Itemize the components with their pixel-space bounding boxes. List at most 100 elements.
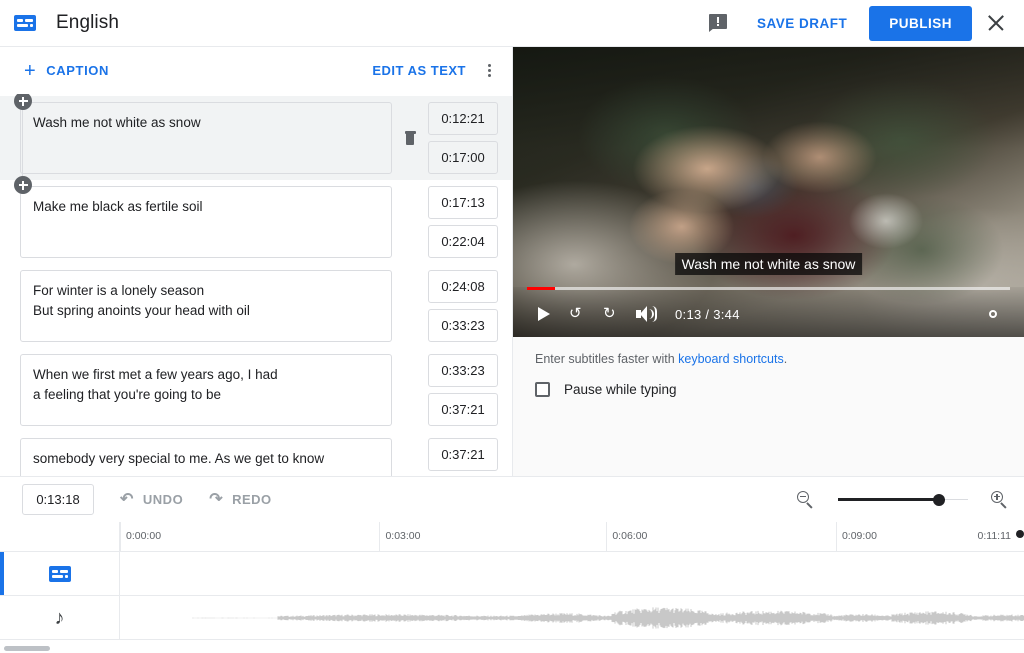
ruler-gutter [0,522,120,551]
caption-end-time-input[interactable]: 0:17:00 [428,141,498,174]
caption-track-header [0,552,120,595]
caption-time-group: 0:17:13 0:22:04 [428,186,498,258]
ruler-tick-label: 0:00:00 [126,530,162,542]
caption-start-time-input[interactable]: 0:24:08 [428,270,498,303]
add-caption-button[interactable]: + CAPTION [24,61,109,81]
ruler-tick: 0:03:00 [379,522,420,551]
undo-button[interactable]: ↶ UNDO [120,490,183,508]
caption-text-input[interactable]: When we first met a few years ago, I had… [20,354,392,426]
caption-row[interactable]: For winter is a lonely season But spring… [0,264,512,348]
page-title: English [56,12,120,33]
progress-bar[interactable] [527,287,1010,290]
delete-caption-button[interactable] [397,131,423,145]
caption-track-row[interactable] [0,552,1024,596]
forward-10-icon[interactable]: ↻ [595,297,629,331]
ruler-tick-label: 0:03:00 [385,530,421,542]
player-controls: ↺ ↻ 0:13 / 3:44 [513,287,1024,337]
caption-row[interactable]: somebody very special to me. As we get t… [0,432,512,476]
subtitles-icon [48,565,71,582]
caption-list[interactable]: Wash me not white as snow 0:12:21 0:17:00 M… [0,94,512,476]
hint-prefix: Enter subtitles faster with [535,352,679,366]
video-player[interactable]: Wash me not white as snow ↺ ↻ 0:13 / 3:4… [513,47,1024,337]
progress-loaded [555,287,1010,290]
caption-start-time-input[interactable]: 0:37:21 [428,438,498,471]
insert-caption-button[interactable] [14,176,32,194]
caption-track-body[interactable] [120,552,1024,595]
undo-redo-group: ↶ UNDO ↷ REDO [120,490,298,508]
feedback-icon[interactable] [708,14,729,32]
caption-toolbar: + CAPTION EDIT AS TEXT [0,47,512,94]
subtitle-overlay: Wash me not white as snow [674,253,863,275]
caption-time-group: 0:12:21 0:17:00 [428,102,498,174]
caption-end-time-input[interactable]: 0:22:04 [428,225,498,258]
replay-10-icon[interactable]: ↺ [561,297,595,331]
redo-icon: ↷ [209,490,224,508]
ruler-tick: 0:09:00 [835,522,877,551]
hint-suffix: . [783,352,788,366]
publish-button[interactable]: PUBLISH [869,5,972,41]
gear-icon[interactable] [976,297,1010,331]
caption-text-input[interactable]: Make me black as fertile soil [20,186,392,258]
volume-icon[interactable] [629,297,663,331]
ruler-tick-label: 0:11:11 [977,530,1011,542]
ruler-scale[interactable]: 0:00:00 0:03:00 0:06:00 0:09:00 0:11:11 [120,522,1024,551]
timeline-tracks: ♪ [0,552,1024,645]
timeline-current-time-input[interactable]: 0:13:18 [22,484,94,515]
ruler-tick-label: 0:09:00 [841,530,877,542]
player-time-display: 0:13 / 3:44 [675,306,740,322]
music-note-icon: ♪ [54,606,65,629]
zoom-out-icon[interactable] [796,490,816,510]
ruler-tick-label: 0:06:00 [612,530,648,542]
timeline-toolbar: 0:13:18 ↶ UNDO ↷ REDO [0,476,1024,522]
caption-start-time-input[interactable]: 0:33:23 [428,354,498,387]
caption-start-time-input[interactable]: 0:12:21 [428,102,498,135]
more-vert-icon[interactable] [478,60,500,82]
caption-row[interactable]: When we first met a few years ago, I had… [0,348,512,432]
play-icon[interactable] [527,297,561,331]
redo-button[interactable]: ↷ REDO [209,490,272,508]
pause-while-typing-checkbox[interactable] [535,382,550,397]
progress-played [527,287,555,290]
caption-time-group: 0:37:21 [428,438,498,471]
zoom-in-icon[interactable] [990,490,1010,510]
caption-time-group: 0:24:08 0:33:23 [428,270,498,342]
caption-row[interactable]: Wash me not white as snow 0:12:21 0:17:00 [0,96,512,180]
redo-label: REDO [232,492,272,507]
scrollbar-thumb[interactable] [4,646,50,651]
trash-icon [404,131,416,145]
timeline-zoom-slider[interactable] [838,490,968,510]
close-icon[interactable] [982,9,1010,37]
timeline-horizontal-scrollbar[interactable] [0,645,1024,653]
timeline-ruler[interactable]: 0:00:00 0:03:00 0:06:00 0:09:00 0:11:11 [0,522,1024,552]
caption-text-input[interactable]: For winter is a lonely season But spring… [20,270,392,342]
playhead-marker[interactable] [1016,530,1024,538]
keyboard-shortcut-hint: Enter subtitles faster with keyboard sho… [513,337,1024,366]
add-caption-label: CAPTION [46,63,109,78]
caption-editor-app: English SAVE DRAFT PUBLISH + CAPTION EDI… [0,0,1024,653]
audio-waveform [192,606,1024,629]
keyboard-shortcuts-link[interactable]: keyboard shortcuts [678,352,784,366]
undo-icon: ↶ [120,490,134,508]
caption-time-group: 0:33:23 0:37:21 [428,354,498,426]
ruler-tick: 0:06:00 [606,522,647,551]
caption-end-time-input[interactable]: 0:37:21 [428,393,498,426]
caption-row[interactable]: Make me black as fertile soil 0:17:13 0:22… [0,180,512,264]
plus-icon: + [24,59,37,82]
save-draft-button[interactable]: SAVE DRAFT [751,8,853,39]
pause-while-typing-row[interactable]: Pause while typing [513,366,1024,397]
audio-track-body[interactable] [120,596,1024,639]
video-pane: Wash me not white as snow ↺ ↻ 0:13 / 3:4… [513,47,1024,476]
caption-end-time-input[interactable]: 0:33:23 [428,309,498,342]
edit-as-text-button[interactable]: EDIT AS TEXT [372,63,466,78]
subtitles-icon [14,15,36,31]
editor-main: + CAPTION EDIT AS TEXT Wash me not white… [0,47,1024,476]
caption-text-input[interactable]: Wash me not white as snow [20,102,392,174]
node-connector-line [22,106,24,184]
audio-track-row[interactable]: ♪ [0,596,1024,640]
caption-text-input[interactable]: somebody very special to me. As we get t… [20,438,392,476]
player-control-row: ↺ ↻ 0:13 / 3:44 [527,291,1010,337]
pause-while-typing-label: Pause while typing [564,382,677,397]
caption-start-time-input[interactable]: 0:17:13 [428,186,498,219]
ruler-tick: 0:00:00 [120,522,161,551]
app-header: English SAVE DRAFT PUBLISH [0,0,1024,47]
